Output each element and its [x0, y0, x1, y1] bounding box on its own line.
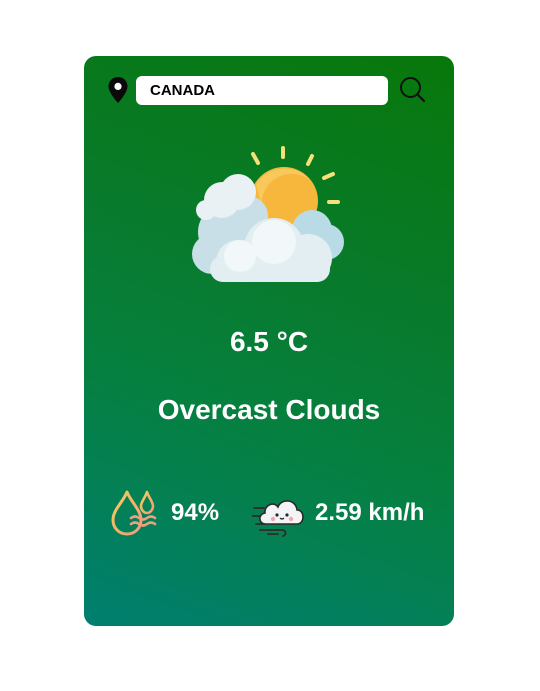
wind-speed-value: 2.59 km/h: [315, 499, 425, 526]
temperature-value: 6.5 °C: [229, 326, 309, 357]
search-bar: (function(){ var d = JSON.parse(document…: [84, 56, 454, 126]
weather-description: Overcast Clouds: [157, 394, 381, 425]
magnifier-icon: [400, 77, 426, 103]
city-search-input[interactable]: [136, 76, 388, 105]
weather-card: (function(){ var d = JSON.parse(document…: [84, 56, 454, 626]
search-button[interactable]: [398, 75, 428, 105]
humidity-value: 94%: [171, 499, 220, 526]
wind-cloud-icon: [252, 500, 304, 537]
map-pin-icon: [108, 77, 128, 103]
sun-behind-clouds-icon: [192, 146, 344, 282]
humidity-drops-icon: [111, 490, 157, 536]
